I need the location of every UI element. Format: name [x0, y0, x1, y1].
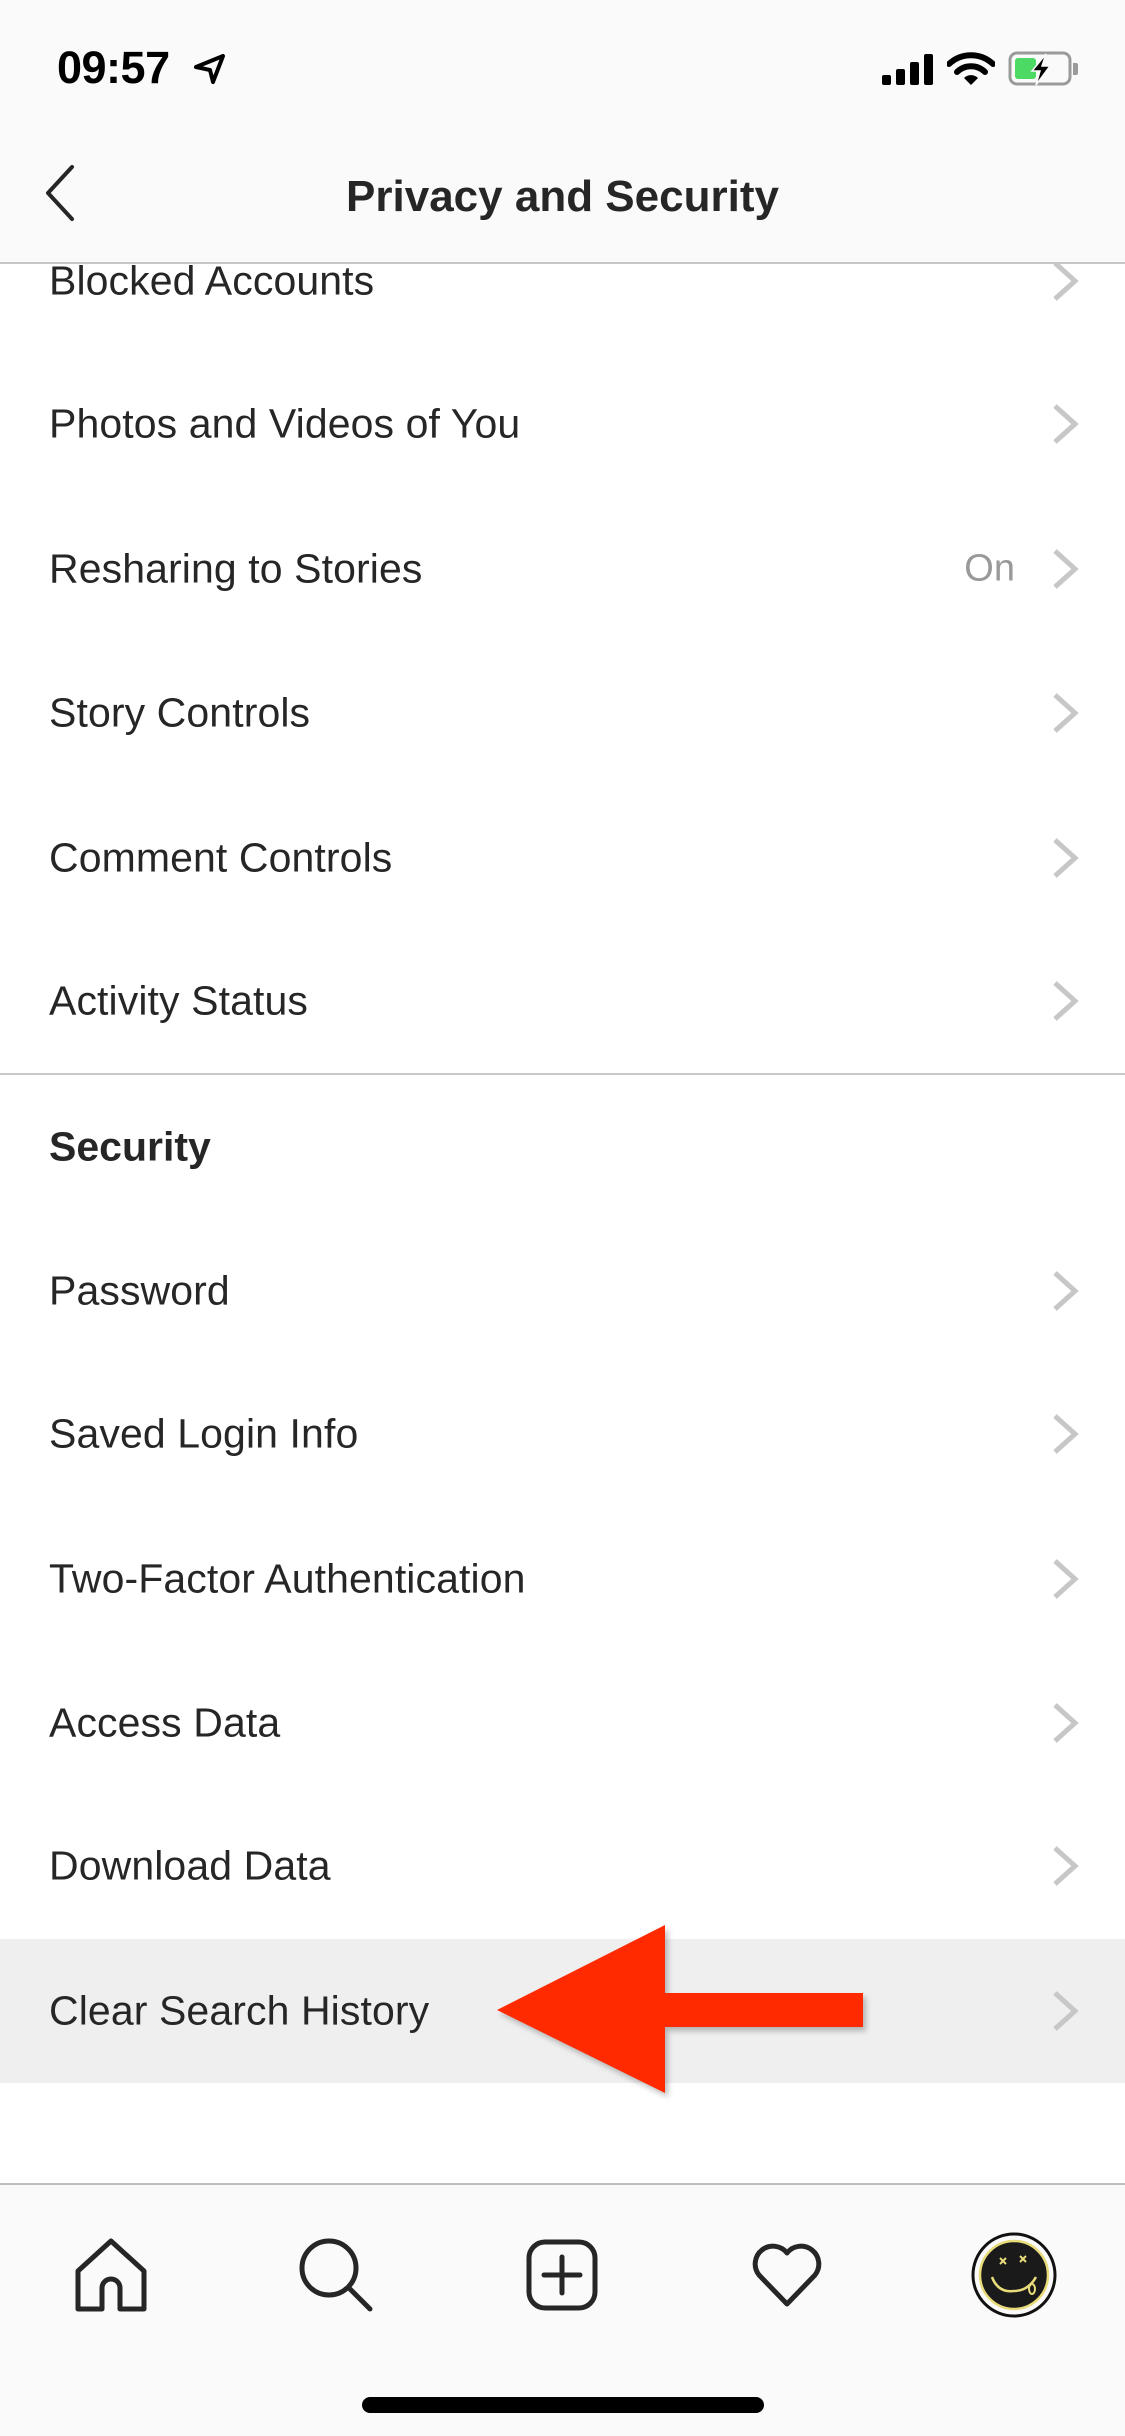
chevron-right-icon — [1053, 549, 1079, 589]
chevron-right-icon — [1053, 1846, 1079, 1886]
list-item-photos-and-videos[interactable]: Photos and Videos of You — [0, 352, 1125, 496]
tab-bar — [0, 2183, 1125, 2436]
resharing-status-value: On — [964, 547, 1015, 590]
navigation-header: 09:57 Privacy and Security — [0, 0, 1125, 264]
chevron-right-icon — [1053, 264, 1079, 301]
list-item-label: Resharing to Stories — [49, 545, 423, 592]
plus-square-icon — [526, 2239, 598, 2311]
section-divider — [0, 1073, 1125, 1075]
section-header-security: Security — [49, 1123, 211, 1170]
tab-home[interactable] — [61, 2225, 161, 2325]
list-item-label: Clear Search History — [49, 1987, 430, 2034]
chevron-right-icon — [1053, 1991, 1079, 2031]
tab-profile[interactable] — [964, 2225, 1064, 2325]
chevron-right-icon — [1053, 1271, 1079, 1311]
chevron-right-icon — [1053, 1559, 1079, 1599]
chevron-right-icon — [1053, 693, 1079, 733]
list-item-label: Download Data — [49, 1842, 331, 1889]
list-item-activity-status[interactable]: Activity Status — [0, 929, 1125, 1073]
settings-list[interactable]: Blocked Accounts Photos and Videos of Yo… — [0, 264, 1125, 2183]
list-item-label: Saved Login Info — [49, 1410, 359, 1457]
list-item-label: Password — [49, 1267, 230, 1314]
list-item-download-data[interactable]: Download Data — [0, 1794, 1125, 1938]
chevron-right-icon — [1053, 981, 1079, 1021]
list-item-story-controls[interactable]: Story Controls — [0, 641, 1125, 785]
home-indicator[interactable] — [362, 2397, 764, 2413]
list-item-access-data[interactable]: Access Data — [0, 1651, 1125, 1795]
list-item-label: Access Data — [49, 1699, 281, 1746]
list-item-resharing-to-stories[interactable]: Resharing to Stories On — [0, 497, 1125, 641]
list-item-label: Blocked Accounts — [49, 264, 375, 304]
chevron-right-icon — [1053, 404, 1079, 444]
list-item-label: Photos and Videos of You — [49, 400, 521, 447]
list-item-password[interactable]: Password — [0, 1219, 1125, 1363]
list-item-label: Two-Factor Authentication — [49, 1555, 526, 1602]
list-item-label: Comment Controls — [49, 834, 393, 881]
arrow-left-icon — [497, 1925, 863, 2093]
chevron-right-icon — [1053, 1703, 1079, 1743]
list-item-saved-login-info[interactable]: Saved Login Info — [0, 1362, 1125, 1506]
red-arrow-annotation — [497, 1925, 863, 2093]
cellular-signal-icon — [882, 54, 933, 85]
page-title: Privacy and Security — [346, 172, 779, 221]
chevron-right-icon — [1053, 838, 1079, 878]
wifi-icon — [947, 52, 995, 85]
list-item-blocked-accounts[interactable]: Blocked Accounts — [0, 264, 1125, 353]
list-item-label: Activity Status — [49, 977, 308, 1024]
list-item-label: Story Controls — [49, 689, 311, 736]
tab-new-post[interactable] — [512, 2225, 612, 2325]
heart-icon — [752, 2243, 822, 2307]
list-item-two-factor-authentication[interactable]: Two-Factor Authentication — [0, 1507, 1125, 1651]
list-item-comment-controls[interactable]: Comment Controls — [0, 786, 1125, 930]
tab-activity[interactable] — [737, 2225, 837, 2325]
location-arrow-icon — [194, 54, 225, 84]
search-icon — [299, 2238, 373, 2312]
home-icon — [75, 2238, 147, 2312]
avatar — [971, 2232, 1057, 2318]
tab-search[interactable] — [287, 2225, 387, 2325]
status-time: 09:57 — [57, 42, 170, 93]
battery-charging-icon — [1008, 51, 1078, 86]
chevron-right-icon — [1053, 1414, 1079, 1454]
